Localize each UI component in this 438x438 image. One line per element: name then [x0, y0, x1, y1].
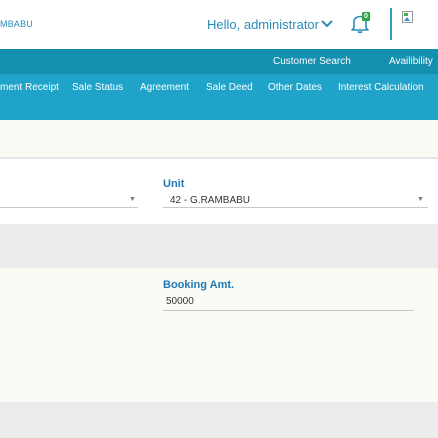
nav-payment-receipt[interactable]: ment Receipt [0, 82, 59, 93]
broken-image-icon[interactable] [402, 11, 414, 24]
top-nav-bar: Customer Search Availibility [0, 49, 438, 74]
notification-badge: 0 [362, 12, 370, 21]
booking-amount-input[interactable]: 50000 [166, 296, 194, 307]
footer-band [0, 402, 438, 438]
nav-availability[interactable]: Availibility [389, 56, 433, 67]
nav-sale-status[interactable]: Sale Status [72, 82, 123, 93]
caret-down-icon[interactable]: ▼ [129, 196, 136, 203]
caret-down-icon[interactable]: ▼ [417, 196, 424, 203]
nav-agreement[interactable]: Agreement [140, 82, 189, 93]
chevron-down-icon[interactable] [321, 19, 333, 29]
nav-strip [0, 101, 438, 120]
top-header: MBABU Hello, administrator 0 [0, 0, 438, 49]
select-underline [0, 207, 138, 208]
nav-interest-calculation[interactable]: Interest Calculation [338, 82, 424, 93]
select-underline [163, 207, 428, 208]
nav-other-dates[interactable]: Other Dates [268, 82, 322, 93]
form-header-panel [0, 120, 438, 157]
form-row-booking: Booking Amt. 50000 [0, 268, 438, 402]
unit-select[interactable]: 42 - G.RAMBABU [170, 195, 250, 206]
main-nav-bar: ment Receipt Sale Status Agreement Sale … [0, 74, 438, 101]
booking-amount-label: Booking Amt. [163, 279, 235, 291]
user-greeting[interactable]: Hello, administrator [207, 17, 319, 32]
header-divider [390, 8, 392, 40]
nav-customer-search[interactable]: Customer Search [273, 56, 351, 67]
brand-name: MBABU [0, 19, 34, 29]
input-underline [163, 310, 414, 311]
section-divider-band [0, 224, 438, 268]
form-row-unit: ▼ Unit 42 - G.RAMBABU ▼ [0, 159, 438, 224]
unit-label: Unit [163, 178, 185, 190]
nav-sale-deed[interactable]: Sale Deed [206, 82, 253, 93]
